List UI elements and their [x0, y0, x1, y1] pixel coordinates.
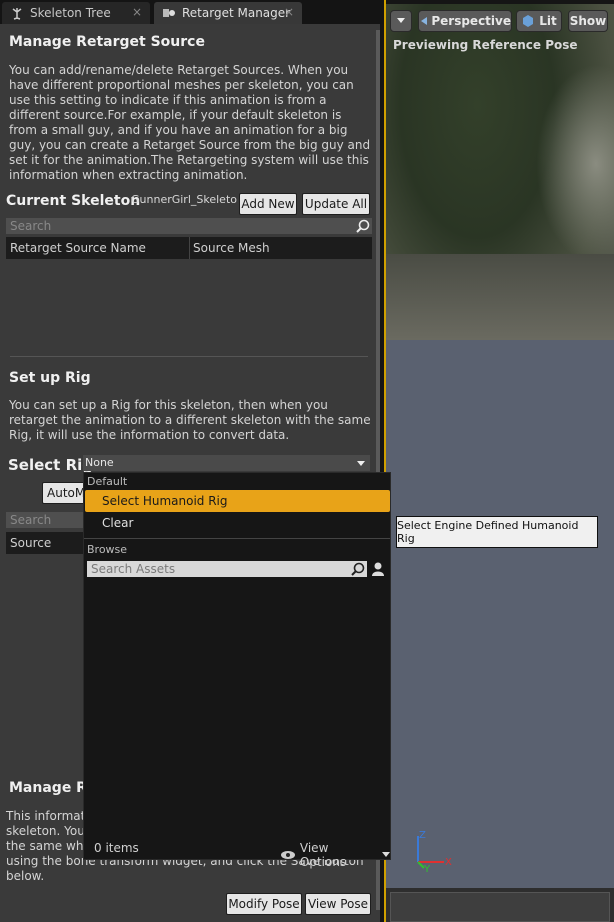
retarget-source-table-header: Retarget Source Name Source Mesh: [6, 237, 372, 259]
search-icon: [351, 562, 365, 576]
select-rig-dropdown: Default Select Humanoid Rig Clear Browse…: [83, 472, 391, 869]
eye-icon: [281, 851, 295, 859]
view-pose-button[interactable]: View Pose: [305, 893, 371, 915]
retarget-source-heading: Manage Retarget Source: [9, 34, 205, 50]
default-section-label: Default: [87, 475, 128, 488]
modify-pose-button[interactable]: Modify Pose: [226, 893, 302, 915]
user-filter-icon[interactable]: [370, 561, 386, 577]
view-options-label: View Options: [299, 841, 347, 869]
axis-x-label: X: [445, 857, 452, 868]
skeleton-tree-icon: [12, 8, 22, 20]
item-count: 0 items: [94, 841, 139, 855]
tab-bar: Skeleton Tree × Retarget Manager ×: [0, 0, 384, 24]
search-placeholder: Search Assets: [91, 562, 176, 576]
preview-viewport[interactable]: Perspective Lit Show Previewing Referenc…: [386, 4, 614, 888]
search-icon: [356, 219, 370, 233]
viewport-options-button[interactable]: [390, 10, 412, 32]
view-options-button[interactable]: View Options: [280, 841, 390, 869]
current-skeleton-name: GunnerGirl_Skeleton: [131, 193, 237, 206]
retarget-manager-icon: [163, 9, 175, 17]
tab-skeleton-tree[interactable]: Skeleton Tree ×: [2, 2, 150, 24]
update-all-button[interactable]: Update All: [302, 193, 370, 215]
viewport-bottom-bar: [386, 888, 614, 922]
retarget-source-search-input[interactable]: Search: [6, 218, 372, 234]
viewport-status-text: Previewing Reference Pose: [393, 38, 578, 52]
select-rig-value: None: [85, 456, 114, 469]
retarget-source-description: You can add/rename/delete Retarget Sourc…: [9, 63, 371, 182]
tab-label: Retarget Manager: [182, 6, 291, 20]
show-label: Show: [569, 14, 607, 28]
lit-cube-icon: [523, 15, 534, 27]
dropdown-divider: [84, 538, 390, 539]
section-divider: [10, 356, 368, 357]
lit-button[interactable]: Lit: [516, 10, 562, 32]
select-rig-combo[interactable]: None: [83, 455, 370, 471]
current-skeleton-label: Current Skeleton: [6, 193, 141, 209]
add-new-button[interactable]: Add New: [239, 193, 297, 215]
perspective-cube-icon: [421, 17, 428, 25]
axis-z-label: Z: [419, 830, 426, 841]
search-placeholder: Search: [10, 219, 52, 233]
tab-label: Skeleton Tree: [30, 6, 111, 20]
column-header[interactable]: Source: [10, 536, 51, 550]
tab-retarget-manager[interactable]: Retarget Manager ×: [154, 2, 302, 24]
show-button[interactable]: Show: [568, 10, 608, 32]
axis-gizmo-icon: Z X Y: [417, 830, 452, 875]
lit-label: Lit: [539, 14, 557, 28]
close-icon[interactable]: ×: [132, 5, 142, 19]
humanoid-rig-tooltip: Select Engine Defined Humanoid Rig: [396, 516, 598, 548]
setup-rig-description: You can set up a Rig for this skeleton, …: [9, 398, 371, 442]
column-header[interactable]: Source Mesh: [193, 241, 270, 255]
clear-item[interactable]: Clear: [102, 516, 133, 530]
search-assets-input[interactable]: Search Assets: [87, 561, 367, 577]
setup-rig-heading: Set up Rig: [9, 370, 91, 386]
browse-section-label: Browse: [87, 543, 128, 556]
select-rig-label: Select Rig: [8, 456, 94, 474]
close-icon[interactable]: ×: [284, 5, 294, 19]
search-placeholder: Search: [10, 513, 52, 527]
chevron-down-icon: [357, 461, 365, 466]
chevron-down-icon: [382, 852, 390, 857]
perspective-label: Perspective: [431, 14, 511, 28]
chevron-down-icon: [397, 18, 405, 23]
viewport-floor: [386, 340, 614, 888]
background-image: [386, 4, 614, 340]
axis-y-label: Y: [423, 864, 431, 875]
column-header[interactable]: Retarget Source Name: [10, 241, 146, 255]
select-humanoid-rig-item[interactable]: Select Humanoid Rig: [85, 490, 390, 512]
perspective-button[interactable]: Perspective: [418, 10, 512, 32]
